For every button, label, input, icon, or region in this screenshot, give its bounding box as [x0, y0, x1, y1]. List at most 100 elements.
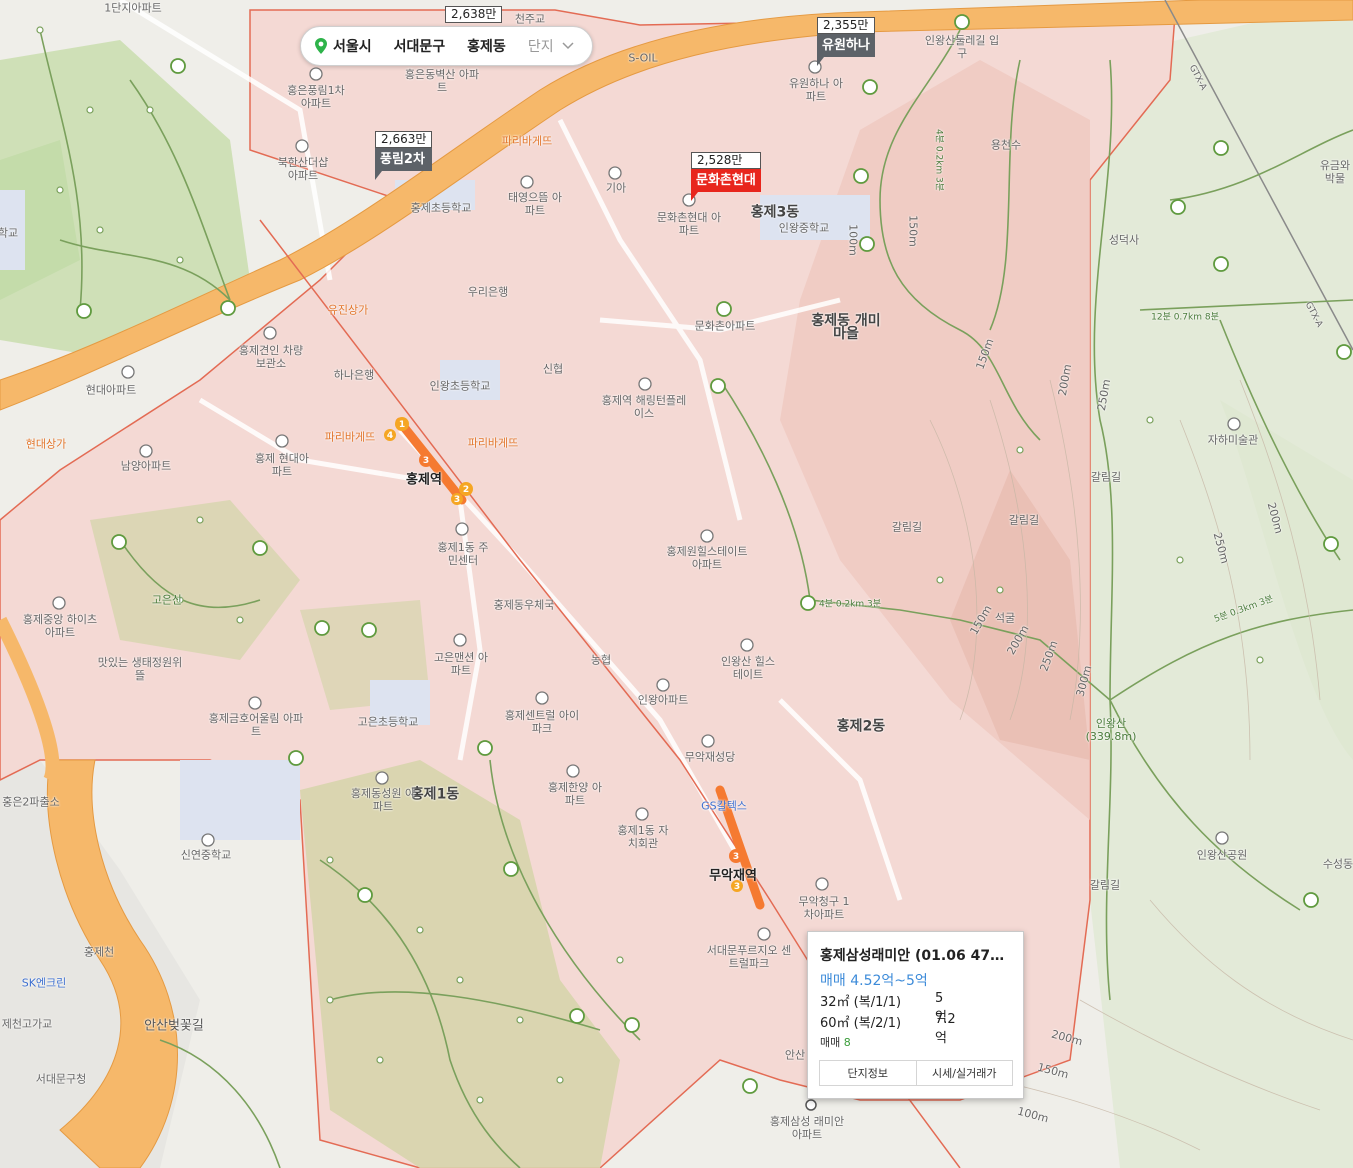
complex-name: 유원하나	[817, 34, 875, 57]
map-label: 홍제 현대아파트	[254, 452, 310, 478]
popup-row: 32㎡ (복/1/1) 5억	[820, 991, 947, 1025]
complex-marker-munhwachon[interactable]: 2,528만 문화촌현대	[691, 152, 761, 201]
complex-marker-pungrim[interactable]: 2,663만 풍림2차	[375, 131, 433, 180]
svg-text:3: 3	[733, 852, 739, 862]
complex-marker-top[interactable]: 2,638만	[445, 6, 503, 23]
marker-tail	[817, 57, 824, 66]
map-label: 유원하나 아파트	[788, 77, 844, 103]
location-breadcrumb[interactable]: 서울시 서대문구 홍제동 단지	[300, 26, 593, 66]
map-label: 태영으뜸 아파트	[507, 191, 563, 217]
map-label: 북한산더샵 아파트	[277, 156, 329, 182]
complex-info-popup[interactable]: 홍제삼성래미안 (01.06 47… 매매 4.52억~5억 32㎡ (복/1/…	[807, 931, 1024, 1099]
popup-count: 매매 8	[820, 1034, 851, 1050]
location-pin-icon	[315, 38, 327, 54]
map-label: 수성동	[1322, 857, 1353, 871]
svg-text:3: 3	[423, 456, 429, 466]
map-label: 안산벚꽃길	[144, 1018, 204, 1034]
map-label: 남양아파트	[120, 459, 172, 473]
contour-label: 150m	[906, 215, 920, 247]
map-label: 인왕중학교	[778, 221, 830, 235]
map-label: 용천수	[990, 138, 1022, 152]
breadcrumb-district[interactable]: 서대문구	[394, 36, 446, 56]
map-label: 맛있는 생태정원위뜰	[97, 656, 183, 682]
marker-tail	[691, 192, 698, 201]
map-label: 기아	[605, 181, 627, 195]
map-label: 홍제삼성 래미안아파트	[769, 1115, 845, 1141]
complex-name: 풍림2차	[375, 148, 433, 171]
district-label: 홍제3동	[750, 204, 800, 221]
map-label: 서대문푸르지오 센트럴파크	[706, 944, 792, 970]
breadcrumb-type[interactable]: 단지	[528, 36, 554, 56]
map-label: S-OIL	[628, 51, 658, 65]
map-label: 인왕아파트	[637, 693, 689, 707]
map-label: 고은산	[151, 593, 183, 607]
map-label: 유금와 박물	[1319, 159, 1351, 185]
map-label: 인왕산 힐스테이트	[720, 655, 776, 681]
price-history-button[interactable]: 시세/실거래가	[917, 1061, 1013, 1085]
map-label: 홍제원힐스테이트 아파트	[666, 545, 748, 571]
map-label: 현대상가	[25, 437, 67, 451]
map-label: 인왕산둘레길 입구	[924, 34, 1000, 60]
map-label: 홍제초등학교	[410, 201, 472, 215]
map-label: 파리바게뜨	[501, 134, 553, 148]
popup-buttons: 단지정보 시세/실거래가	[819, 1060, 1013, 1086]
complex-marker-yuwon[interactable]: 2,355만 유원하나	[817, 17, 875, 66]
svg-text:3: 3	[734, 882, 740, 892]
svg-text:3: 3	[454, 495, 460, 505]
map-label: 홍제견인 차량보관소	[238, 344, 304, 370]
map-label: 인왕초등학교	[429, 379, 491, 393]
map-label: 고은맨션 아파트	[433, 651, 489, 677]
svg-text:1: 1	[399, 420, 405, 430]
map-label: 신연중학교	[180, 848, 232, 862]
map-label: 갈림길	[1008, 513, 1040, 527]
district-label: 홍제동 개미마을	[811, 313, 881, 342]
popup-row-price: 7.2억	[935, 1012, 956, 1046]
station-label[interactable]: 무악재역	[709, 870, 757, 883]
map-label: 인왕산 (339.8m)	[1085, 717, 1137, 743]
map-label: GS칼텍스	[701, 799, 747, 813]
district-label: 홍제2동	[836, 718, 886, 735]
map-label: 학교	[0, 226, 19, 240]
popup-row-area: 32㎡ (복/1/1)	[820, 995, 902, 1010]
map-label: 고은초등학교	[357, 715, 419, 729]
breadcrumb-dong[interactable]: 홍제동	[467, 36, 506, 56]
map-label: 자하미술관	[1207, 433, 1259, 447]
marker-tail	[375, 171, 382, 180]
popup-title[interactable]: 홍제삼성래미안 (01.06 47…	[820, 945, 1015, 965]
svg-text:2: 2	[463, 485, 469, 495]
complex-price: 2,355만	[817, 17, 875, 34]
map-label: 갈림길	[891, 520, 923, 534]
map-label: 홍은동벽산 아파트	[404, 68, 480, 94]
map-label: 홍제한양 아파트	[547, 781, 603, 807]
popup-price-range: 매매 4.52억~5억	[820, 973, 928, 989]
map-label: 농협	[590, 653, 612, 667]
chevron-down-icon[interactable]	[562, 42, 574, 50]
map-label: 서대문구청	[35, 1072, 87, 1086]
map-label: 홍제센트럴 아이파크	[504, 709, 580, 735]
map-label: 무악재성당	[684, 750, 736, 764]
map-label: 홍제동성원 아파트	[350, 787, 416, 813]
complex-price: 2,663만	[375, 131, 433, 148]
map-label: 홍제중앙 하이츠아파트	[22, 613, 98, 639]
complex-price: 2,528만	[691, 152, 761, 169]
map-canvas[interactable]: 1 4 3 2 3 3 3	[0, 0, 1353, 1168]
map-label: 홍제동우체국	[493, 598, 555, 612]
map-label: 우리은행	[467, 285, 509, 299]
popup-count-value: 8	[843, 1036, 851, 1049]
map-label: 홍제1동 자치회관	[617, 824, 669, 850]
popup-row-area: 60㎡ (복/2/1)	[820, 1016, 902, 1031]
map-label: 석굴	[994, 611, 1016, 625]
trail-label: 4분 0.2km 3분	[933, 128, 944, 192]
svg-text:4: 4	[387, 431, 393, 441]
district-label: 홍제1동	[410, 786, 460, 803]
station-label[interactable]: 홍제역	[406, 474, 442, 487]
complex-info-button[interactable]: 단지정보	[820, 1061, 917, 1085]
map-label: 홍제역 해링턴플레이스	[601, 394, 687, 420]
map-label: 홍은풍림1차 아파트	[287, 84, 345, 110]
map-label: 안산	[784, 1048, 806, 1062]
map-label: 갈림길	[1089, 878, 1121, 892]
breadcrumb-city[interactable]: 서울시	[333, 36, 372, 56]
complex-price: 2,638만	[445, 6, 503, 23]
map-label: 갈림길	[1090, 470, 1122, 484]
map-label: SK엔크린	[21, 976, 67, 990]
